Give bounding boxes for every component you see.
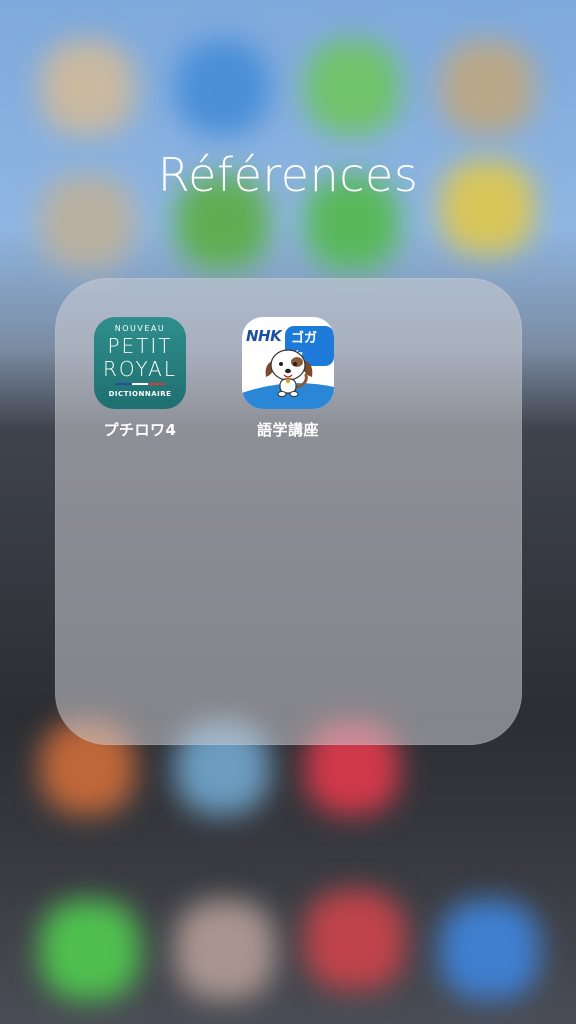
app-label: 語学講座 — [256, 421, 319, 439]
icon-text-dictionnaire: DICTIONNAIRE — [108, 390, 172, 398]
icon-text-petit: PETIT — [107, 334, 173, 358]
app-label: プチロワ4 — [103, 421, 177, 439]
icon-text-royal: ROYAL — [102, 357, 178, 381]
folder-panel: NOUVEAU PETIT ROYAL DICTIONNAIRE プチロワ4 N… — [55, 278, 522, 745]
french-flag-stripe — [115, 383, 166, 385]
petit-royal-dictionary-icon[interactable]: NOUVEAU PETIT ROYAL DICTIONNAIRE — [94, 317, 186, 409]
folder-title[interactable]: Références — [0, 148, 576, 202]
nhk-gogaku-icon[interactable]: NHK ゴガク — [242, 317, 334, 409]
icon-text-nouveau: NOUVEAU — [114, 324, 166, 333]
dog-mascot-icon — [242, 349, 334, 409]
